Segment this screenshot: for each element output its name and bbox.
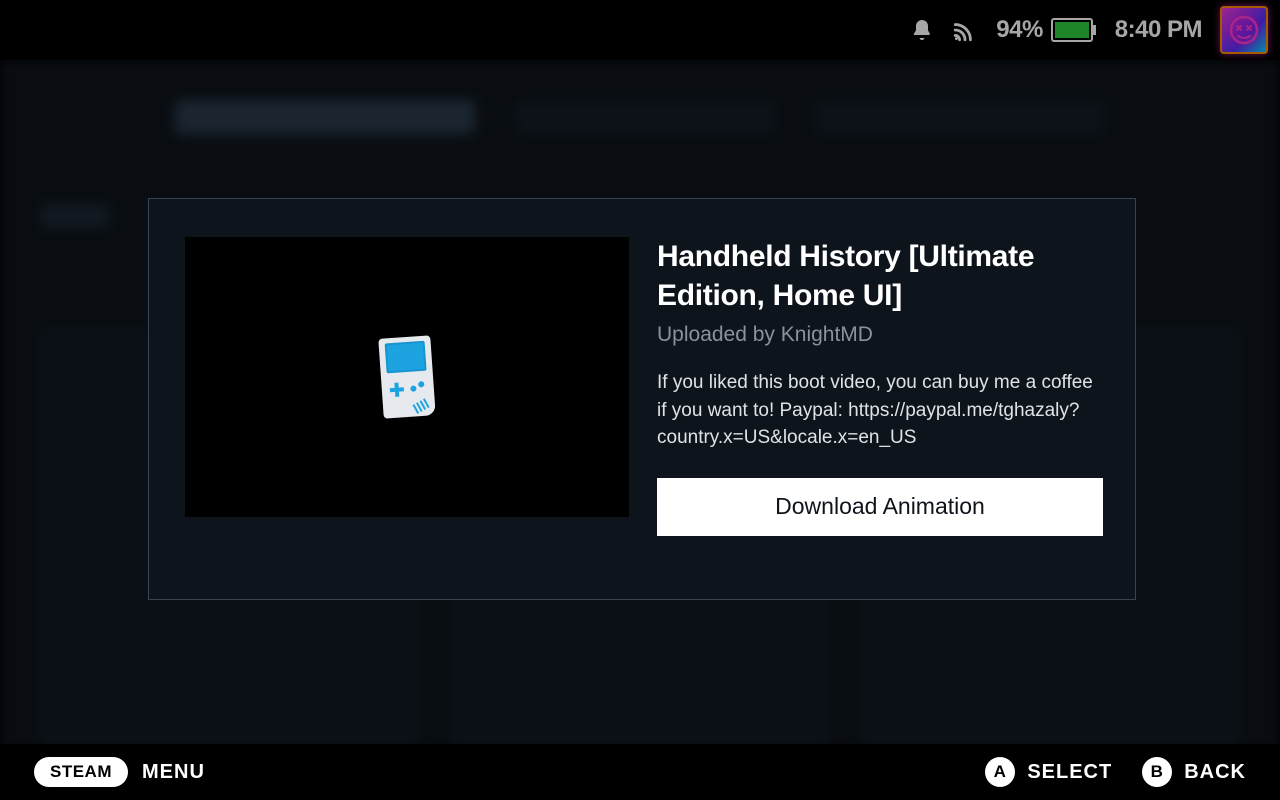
steam-button[interactable]: STEAM xyxy=(34,757,128,787)
gameboy-icon xyxy=(378,335,435,418)
animation-uploader: Uploaded by KnightMD xyxy=(657,323,1103,347)
download-animation-button[interactable]: Download Animation xyxy=(657,478,1103,536)
cast-icon[interactable] xyxy=(952,17,978,43)
battery-indicator: 94% xyxy=(996,16,1097,44)
hint-back: B BACK xyxy=(1142,757,1246,787)
avatar[interactable] xyxy=(1220,6,1268,54)
status-bar: 94% 8:40 PM xyxy=(0,0,1280,60)
animation-detail-modal: Handheld History [Ultimate Edition, Home… xyxy=(148,198,1136,600)
battery-icon xyxy=(1051,18,1097,42)
hint-back-label: BACK xyxy=(1184,761,1246,784)
menu-button[interactable]: MENU xyxy=(142,761,205,784)
hint-select: A SELECT xyxy=(985,757,1112,787)
animation-description: If you liked this boot video, you can bu… xyxy=(657,369,1103,452)
footer-bar: STEAM MENU A SELECT B BACK xyxy=(0,744,1280,800)
notification-bell-icon[interactable] xyxy=(910,17,934,43)
animation-title: Handheld History [Ultimate Edition, Home… xyxy=(657,237,1103,315)
a-button-icon: A xyxy=(985,757,1015,787)
animation-details: Handheld History [Ultimate Edition, Home… xyxy=(657,237,1103,561)
battery-percent: 94% xyxy=(996,16,1043,44)
animation-preview xyxy=(185,237,629,517)
hint-select-label: SELECT xyxy=(1027,761,1112,784)
b-button-icon: B xyxy=(1142,757,1172,787)
clock: 8:40 PM xyxy=(1115,16,1202,44)
